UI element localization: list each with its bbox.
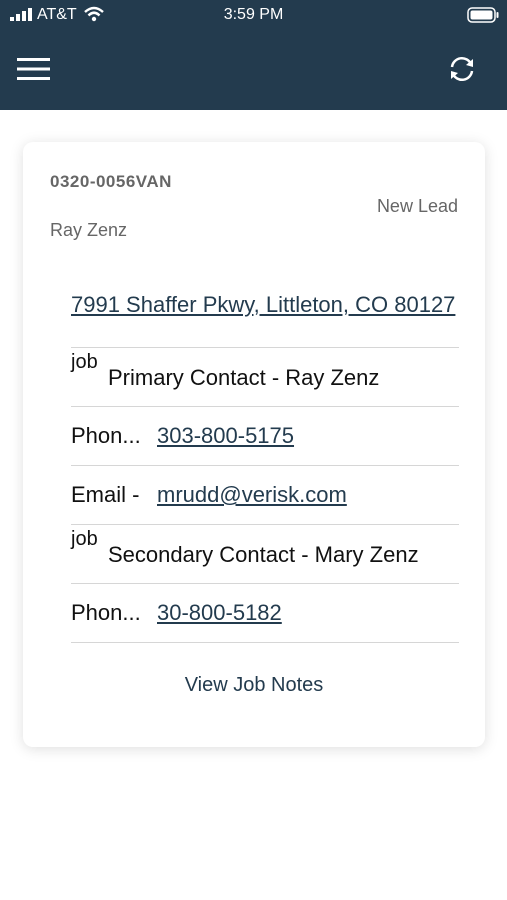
email-label: Email - bbox=[71, 482, 140, 507]
view-job-notes-link[interactable]: View Job Notes bbox=[23, 674, 485, 697]
primary-email-row: Email - mrudd@verisk.com bbox=[71, 466, 459, 525]
secondary-contact-label: Secondary Contact - Mary Zenz bbox=[108, 542, 419, 567]
secondary-contact-row: job Secondary Contact - Mary Zenz bbox=[71, 525, 459, 584]
sync-icon[interactable] bbox=[446, 53, 478, 85]
primary-email-link[interactable]: mrudd@verisk.com bbox=[157, 482, 347, 508]
app-header: AT&T 3:59 PM bbox=[0, 0, 507, 110]
primary-phone-link[interactable]: 303-800-5175 bbox=[157, 423, 294, 449]
customer-name: Ray Zenz bbox=[50, 220, 128, 240]
primary-phone-row: Phon... 303-800-5175 bbox=[71, 407, 459, 466]
address-row: 7991 Shaffer Pkwy, Littleton, CO 80127 bbox=[71, 287, 459, 348]
secondary-phone-row: Phon... 30-800-5182 bbox=[71, 584, 459, 643]
secondary-phone-link[interactable]: 30-800-5182 bbox=[157, 600, 282, 626]
phone-label: Phon... bbox=[71, 600, 141, 625]
battery-icon bbox=[467, 7, 499, 23]
clock: 3:59 PM bbox=[223, 6, 284, 23]
primary-contact-row: job Primary Contact - Ray Zenz bbox=[71, 348, 459, 407]
hamburger-menu-icon[interactable] bbox=[17, 56, 50, 82]
job-card: 0320-0056VAN New Lead Ray Zenz 7991 Shaf… bbox=[23, 142, 485, 747]
job-details: 7991 Shaffer Pkwy, Littleton, CO 80127 j… bbox=[71, 287, 459, 643]
contact-type-tag: job bbox=[71, 351, 98, 373]
phone-label: Phon... bbox=[71, 423, 141, 448]
primary-contact-label: Primary Contact - Ray Zenz bbox=[108, 365, 380, 390]
status-bar: AT&T 3:59 PM bbox=[0, 0, 507, 30]
contact-type-tag: job bbox=[71, 528, 98, 550]
address-link[interactable]: 7991 Shaffer Pkwy, Littleton, CO 80127 bbox=[71, 292, 455, 317]
job-status: New Lead bbox=[376, 196, 458, 216]
job-id: 0320-0056VAN bbox=[50, 172, 172, 191]
